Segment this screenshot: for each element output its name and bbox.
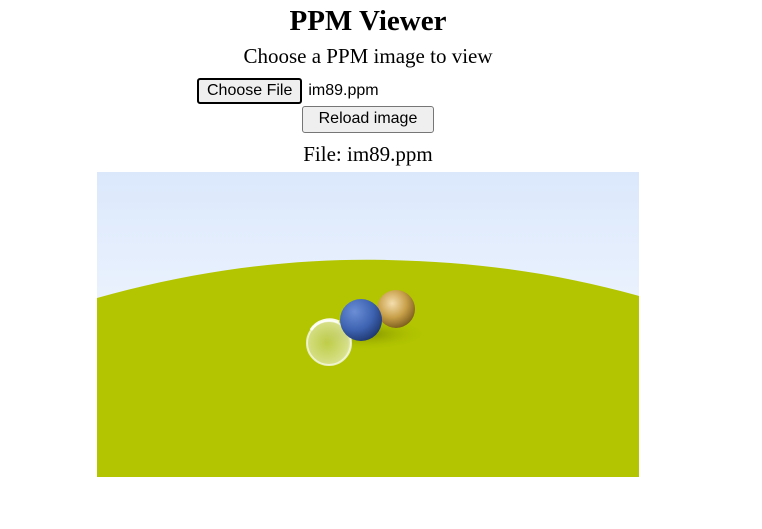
choose-file-button[interactable]: Choose File — [197, 78, 303, 104]
rendered-image — [97, 172, 639, 477]
ppm-viewer-page: PPM Viewer Choose a PPM image to view Ch… — [0, 0, 762, 529]
blue-sphere — [340, 299, 382, 341]
gold-sphere — [377, 290, 415, 328]
ground-plane — [97, 259, 639, 477]
file-input[interactable]: Choose File im89.ppm — [197, 78, 379, 104]
selected-file-name: im89.ppm — [308, 82, 379, 99]
page-title: PPM Viewer — [289, 5, 447, 37]
reload-image-button[interactable]: Reload image — [302, 106, 434, 133]
page-subtitle: Choose a PPM image to view — [243, 44, 493, 68]
current-file-label: File: im89.ppm — [303, 142, 433, 166]
rendered-scene — [97, 172, 639, 477]
